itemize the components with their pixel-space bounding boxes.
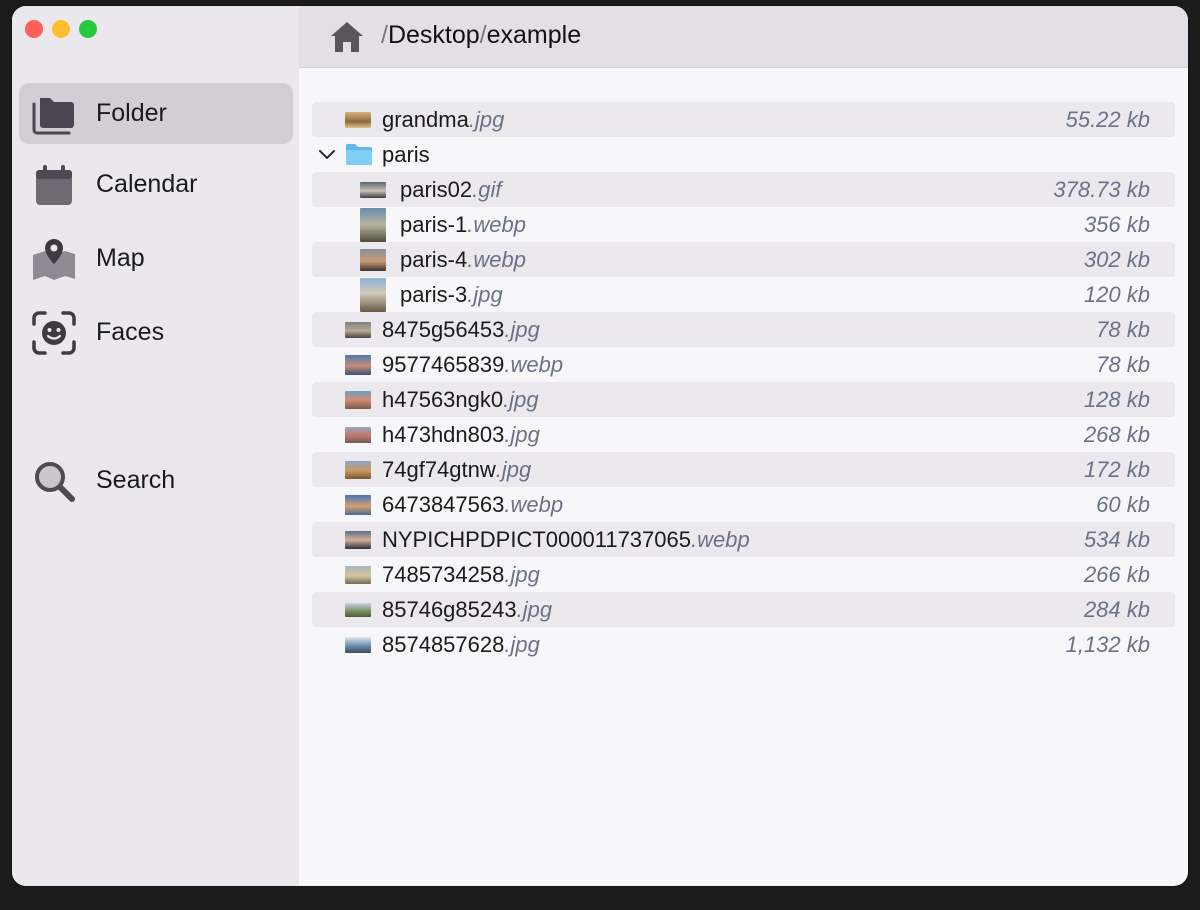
- image-thumbnail: [345, 390, 371, 409]
- breadcrumb-item-example[interactable]: example: [487, 21, 582, 49]
- folder-row[interactable]: paris: [312, 137, 1175, 172]
- sidebar-item-faces[interactable]: Faces: [19, 302, 293, 363]
- breadcrumb-separator: /: [479, 21, 487, 49]
- path-bar: /Desktop/example: [299, 6, 1188, 68]
- file-size: 78 kb: [1096, 317, 1150, 342]
- file-name: NYPICHPDPICT000011737065.webp: [382, 527, 750, 552]
- window-controls: [25, 20, 97, 38]
- file-list: grandma.jpg 55.22 kb paris paris02.gif 3…: [312, 102, 1175, 662]
- sidebar: Folder Calendar Map Faces Search: [12, 6, 299, 886]
- file-size: 60 kb: [1096, 492, 1150, 517]
- image-thumbnail: [345, 565, 371, 584]
- breadcrumb: /Desktop/example: [381, 21, 581, 50]
- image-thumbnail: [360, 181, 386, 198]
- folder-name: paris: [382, 142, 430, 167]
- file-size: 268 kb: [1083, 422, 1150, 447]
- zoom-window-button[interactable]: [79, 20, 97, 38]
- file-row[interactable]: h47563ngk0.jpg 128 kb: [312, 382, 1175, 417]
- file-size: 302 kb: [1083, 247, 1150, 272]
- chevron-down-icon[interactable]: [318, 146, 336, 164]
- file-name: 85746g85243.jpg: [382, 597, 553, 622]
- image-thumbnail: [345, 530, 371, 549]
- file-size: 284 kb: [1083, 597, 1150, 622]
- image-thumbnail: [360, 248, 386, 271]
- sidebar-item-label: Folder: [96, 99, 167, 127]
- file-size: 55.22 kb: [1065, 107, 1150, 132]
- file-size: 356 kb: [1083, 212, 1150, 237]
- file-name: paris-3.jpg: [400, 282, 503, 307]
- file-row[interactable]: 8475g56453.jpg 78 kb: [312, 312, 1175, 347]
- file-size: 378.73 kb: [1053, 177, 1150, 202]
- breadcrumb-separator: /: [381, 21, 388, 49]
- sidebar-item-search[interactable]: Search: [19, 450, 293, 511]
- file-name: 8475g56453.jpg: [382, 317, 540, 342]
- file-row[interactable]: 6473847563.webp 60 kb: [312, 487, 1175, 522]
- image-thumbnail: [345, 636, 371, 653]
- map-pin-icon: [33, 238, 75, 280]
- file-row[interactable]: 8574857628.jpg 1,132 kb: [312, 627, 1175, 662]
- image-thumbnail: [345, 602, 371, 617]
- sidebar-item-label: Calendar: [96, 170, 198, 198]
- sidebar-item-label: Faces: [96, 318, 165, 346]
- file-row[interactable]: NYPICHPDPICT000011737065.webp 534 kb: [312, 522, 1175, 557]
- file-row[interactable]: grandma.jpg 55.22 kb: [312, 102, 1175, 137]
- image-thumbnail: [360, 277, 386, 312]
- file-row[interactable]: paris-4.webp 302 kb: [312, 242, 1175, 277]
- folder-stack-icon: [32, 97, 74, 134]
- file-name: paris02.gif: [400, 177, 502, 202]
- close-window-button[interactable]: [25, 20, 43, 38]
- image-thumbnail: [345, 321, 371, 338]
- image-thumbnail: [360, 207, 386, 242]
- file-size: 120 kb: [1083, 282, 1150, 307]
- file-size: 172 kb: [1083, 457, 1150, 482]
- file-name: 6473847563.webp: [382, 492, 564, 517]
- file-name: 74gf74gtnw.jpg: [382, 457, 532, 482]
- home-icon[interactable]: [329, 20, 365, 54]
- image-thumbnail: [345, 111, 371, 128]
- sidebar-item-label: Map: [96, 244, 145, 272]
- file-name: 9577465839.webp: [382, 352, 564, 377]
- file-row[interactable]: 85746g85243.jpg 284 kb: [312, 592, 1175, 627]
- file-row[interactable]: paris-1.webp 356 kb: [312, 207, 1175, 242]
- file-name: paris-1.webp: [400, 212, 526, 237]
- app-window: Folder Calendar Map Faces Search /Deskto…: [12, 6, 1188, 886]
- file-size: 534 kb: [1083, 527, 1150, 552]
- file-name: 7485734258.jpg: [382, 562, 540, 587]
- image-thumbnail: [345, 494, 371, 515]
- image-thumbnail: [345, 426, 371, 443]
- file-name: h47563ngk0.jpg: [382, 387, 539, 412]
- file-row[interactable]: paris-3.jpg 120 kb: [312, 277, 1175, 312]
- minimize-window-button[interactable]: [52, 20, 70, 38]
- file-row[interactable]: 7485734258.jpg 266 kb: [312, 557, 1175, 592]
- file-name: h473hdn803.jpg: [382, 422, 540, 447]
- file-name: grandma.jpg: [382, 107, 505, 132]
- search-icon: [35, 461, 75, 502]
- image-thumbnail: [345, 354, 371, 375]
- file-size: 266 kb: [1083, 562, 1150, 587]
- file-size: 78 kb: [1096, 352, 1150, 377]
- file-name: 8574857628.jpg: [382, 632, 540, 657]
- breadcrumb-item-desktop[interactable]: Desktop: [388, 21, 480, 49]
- file-size: 128 kb: [1083, 387, 1150, 412]
- file-size: 1,132 kb: [1065, 632, 1150, 657]
- file-row[interactable]: 74gf74gtnw.jpg 172 kb: [312, 452, 1175, 487]
- file-name: paris-4.webp: [400, 247, 526, 272]
- sidebar-item-map[interactable]: Map: [19, 228, 293, 289]
- face-scan-icon: [32, 310, 76, 355]
- sidebar-item-folder[interactable]: Folder: [19, 83, 293, 144]
- file-row[interactable]: paris02.gif 378.73 kb: [312, 172, 1175, 207]
- sidebar-item-calendar[interactable]: Calendar: [19, 154, 293, 215]
- image-thumbnail: [345, 460, 371, 479]
- file-row[interactable]: h473hdn803.jpg 268 kb: [312, 417, 1175, 452]
- sidebar-item-label: Search: [96, 466, 176, 494]
- file-row[interactable]: 9577465839.webp 78 kb: [312, 347, 1175, 382]
- folder-icon: [346, 144, 372, 165]
- calendar-icon: [36, 164, 72, 205]
